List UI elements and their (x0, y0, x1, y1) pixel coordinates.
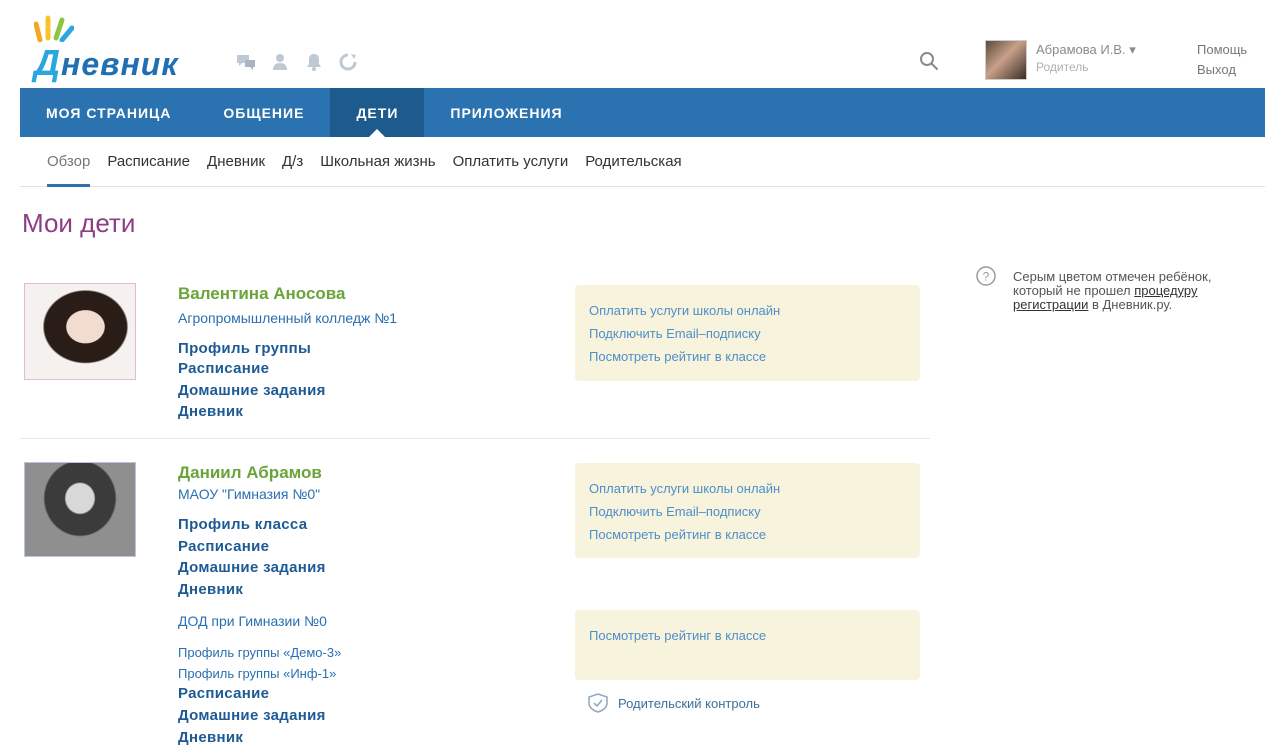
class-rating-link[interactable]: Посмотреть рейтинг в классе (589, 345, 906, 368)
sub-nav: Обзор Расписание Дневник Д/з Школьная жи… (20, 137, 1265, 187)
diary-link[interactable]: Дневник (178, 581, 243, 598)
child-name[interactable]: Валентина Аносова (178, 284, 345, 304)
subtab-parental[interactable]: Родительская (585, 137, 681, 187)
chat-icon[interactable] (236, 52, 256, 72)
class-rating-link[interactable]: Посмотреть рейтинг в классе (589, 523, 906, 546)
subtab-diary[interactable]: Дневник (207, 137, 265, 187)
group-profile-link[interactable]: Профиль группы «Демо-3» (178, 645, 341, 660)
pay-online-link[interactable]: Оплатить услуги школы онлайн (589, 299, 906, 322)
tab-apps[interactable]: ПРИЛОЖЕНИЯ (424, 88, 588, 137)
svg-text:?: ? (983, 270, 990, 284)
child-name[interactable]: Даниил Абрамов (178, 463, 322, 483)
homework-link[interactable]: Домашние задания (178, 707, 326, 724)
tab-communication[interactable]: ОБЩЕНИЕ (197, 88, 330, 137)
shield-icon (588, 693, 608, 713)
school-name[interactable]: Агропромышленный колледж №1 (178, 310, 397, 326)
homework-link[interactable]: Домашние задания (178, 559, 326, 576)
pay-online-link[interactable]: Оплатить услуги школы онлайн (589, 477, 906, 500)
child-photo[interactable] (24, 283, 136, 380)
info-text-end: в Дневник.ру. (1088, 297, 1173, 312)
school-name[interactable]: МАОУ "Гимназия №0" (178, 486, 320, 502)
child-actions-box: Посмотреть рейтинг в классе (575, 610, 920, 680)
homework-link[interactable]: Домашние задания (178, 382, 326, 399)
search-icon[interactable] (918, 50, 940, 72)
user-name[interactable]: Абрамова И.В. ▾ (1036, 42, 1136, 58)
subtab-school-life[interactable]: Школьная жизнь (320, 137, 435, 187)
tab-my-page[interactable]: МОЯ СТРАНИЦА (20, 88, 197, 137)
question-icon: ? (976, 266, 996, 286)
header-icons (236, 52, 358, 72)
person-icon[interactable] (270, 52, 290, 72)
diary-link[interactable]: Дневник (178, 729, 243, 746)
divider (20, 438, 930, 439)
subtab-pay-services[interactable]: Оплатить услуги (453, 137, 569, 187)
user-role: Родитель (1036, 60, 1089, 74)
class-profile-link[interactable]: Профиль класса (178, 516, 307, 533)
school-name[interactable]: ДОД при Гимназии №0 (178, 613, 327, 629)
group-profile-link[interactable]: Профиль группы (178, 340, 311, 357)
subtab-schedule[interactable]: Расписание (107, 137, 190, 187)
refresh-icon[interactable] (338, 52, 358, 72)
child-actions-box: Оплатить услуги школы онлайн Подключить … (575, 285, 920, 381)
email-subscription-link[interactable]: Подключить Email–подписку (589, 322, 906, 345)
schedule-link[interactable]: Расписание (178, 538, 269, 555)
subtab-homework[interactable]: Д/з (282, 137, 303, 187)
diary-link[interactable]: Дневник (178, 403, 243, 420)
child-photo[interactable] (24, 462, 136, 557)
schedule-link[interactable]: Расписание (178, 360, 269, 377)
logout-link[interactable]: Выход (1197, 62, 1236, 77)
child-actions-box: Оплатить услуги школы онлайн Подключить … (575, 463, 920, 558)
email-subscription-link[interactable]: Подключить Email–подписку (589, 500, 906, 523)
group-profile-link[interactable]: Профиль группы «Инф-1» (178, 666, 336, 681)
bell-icon[interactable] (304, 52, 324, 72)
page-title: Мои дети (22, 208, 136, 238)
parental-control[interactable]: Родительский контроль (586, 692, 760, 714)
header: Дневник Абрамова И.В. ▾ Родитель Помощь … (0, 0, 1265, 86)
logo-rays-icon (34, 15, 74, 42)
help-link[interactable]: Помощь (1197, 42, 1247, 57)
class-rating-link[interactable]: Посмотреть рейтинг в классе (589, 624, 906, 647)
avatar[interactable] (985, 40, 1027, 80)
parental-control-label[interactable]: Родительский контроль (618, 696, 760, 711)
tab-children[interactable]: ДЕТИ (330, 88, 425, 137)
subtab-overview[interactable]: Обзор (47, 137, 91, 187)
main-nav: МОЯ СТРАНИЦА ОБЩЕНИЕ ДЕТИ ПРИЛОЖЕНИЯ (20, 88, 1265, 137)
logo-text: невник (61, 46, 179, 82)
schedule-link[interactable]: Расписание (178, 685, 269, 702)
logo-first-letter: Д (34, 42, 61, 83)
logo[interactable]: Дневник (22, 12, 222, 83)
